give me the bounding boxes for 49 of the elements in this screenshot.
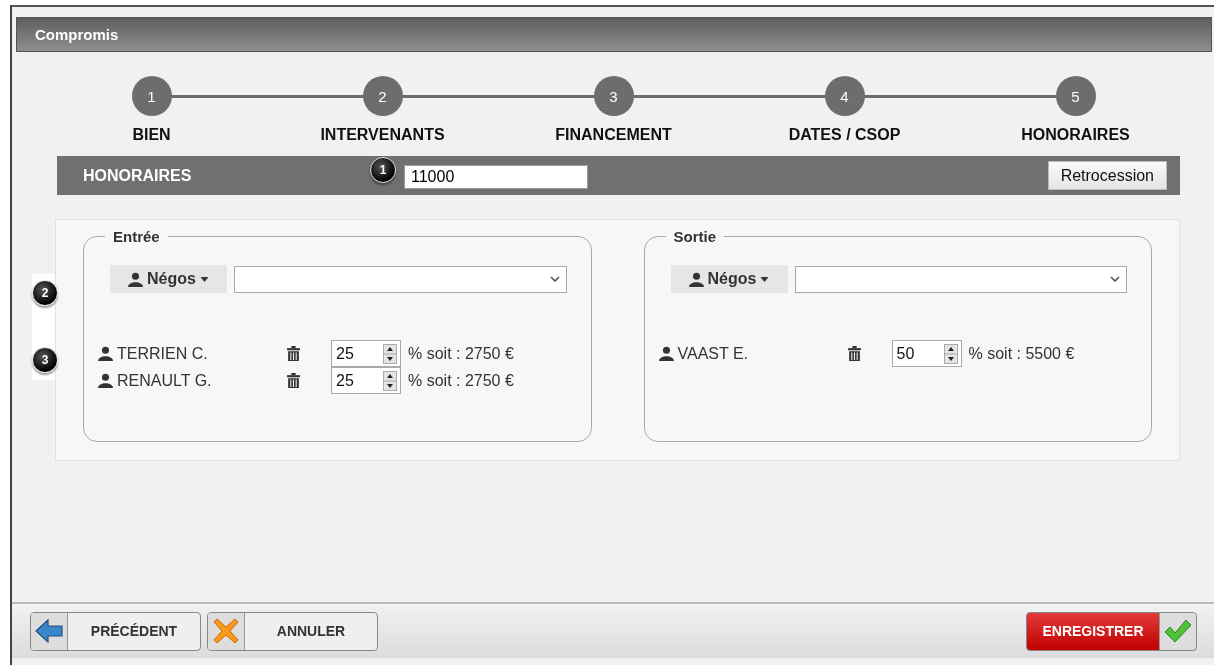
person-name: VAAST E. (677, 344, 750, 363)
step-number[interactable]: 2 (362, 76, 403, 116)
negos-dropdown-button[interactable]: Négos (670, 265, 788, 293)
group-title: Entrée (112, 228, 161, 245)
callout-marker: 1 (370, 157, 396, 183)
step-number[interactable]: 5 (1055, 76, 1096, 116)
person-icon (98, 373, 113, 388)
group-title: Sortie (672, 228, 717, 245)
negos-dropdown-button[interactable]: Négos (110, 265, 227, 293)
percent-spinner[interactable]: 50 (891, 340, 962, 367)
back-button[interactable]: PRÉCÉDENT (30, 611, 201, 651)
caret-icon (760, 276, 770, 282)
step-number[interactable]: 4 (824, 76, 865, 116)
step-label[interactable]: HONORAIRES (1021, 126, 1130, 144)
step-label[interactable]: BIEN (132, 126, 171, 144)
step-label[interactable]: FINANCEMENT (555, 126, 672, 144)
save-button[interactable]: ENREGISTRER (1026, 611, 1197, 651)
chevron-down-icon (549, 276, 560, 282)
chevron-down-icon (1110, 276, 1120, 282)
person-name: TERRIEN C. (117, 344, 209, 363)
step-label[interactable]: DATES / CSOP (788, 126, 901, 144)
step-label[interactable]: INTERVENANTS (320, 126, 445, 144)
close-icon (213, 618, 239, 644)
window-title: Compromis (35, 26, 119, 43)
spinner-arrows-icon[interactable] (383, 370, 397, 391)
trash-icon[interactable] (847, 346, 861, 361)
caret-icon (199, 276, 209, 282)
checkmark-icon (1164, 619, 1192, 643)
trash-icon[interactable] (287, 346, 300, 361)
trash-icon[interactable] (287, 373, 300, 388)
amount-text: % soit : 2750 € (408, 371, 514, 390)
spinner-arrows-icon[interactable] (943, 343, 958, 364)
amount-text: % soit : 5500 € (968, 344, 1075, 363)
person-icon (688, 271, 704, 287)
left-arrow-icon (35, 619, 63, 643)
percent-spinner[interactable]: 25 (331, 367, 401, 394)
retrocession-button[interactable]: Retrocession (1047, 161, 1167, 190)
person-icon (128, 271, 144, 287)
amount-field[interactable]: 11000 (404, 165, 588, 189)
spinner-arrows-icon[interactable] (383, 343, 397, 364)
step-number[interactable]: 3 (593, 76, 634, 116)
section-title: HONORAIRES (83, 166, 192, 185)
amount-text: % soit : 2750 € (408, 344, 514, 363)
percent-spinner[interactable]: 25 (331, 340, 401, 367)
person-icon (658, 346, 674, 361)
step-number[interactable]: 1 (131, 76, 172, 116)
person-name: RENAULT G. (117, 371, 213, 390)
cancel-button[interactable]: ANNULER (207, 611, 378, 651)
person-icon (98, 346, 113, 361)
